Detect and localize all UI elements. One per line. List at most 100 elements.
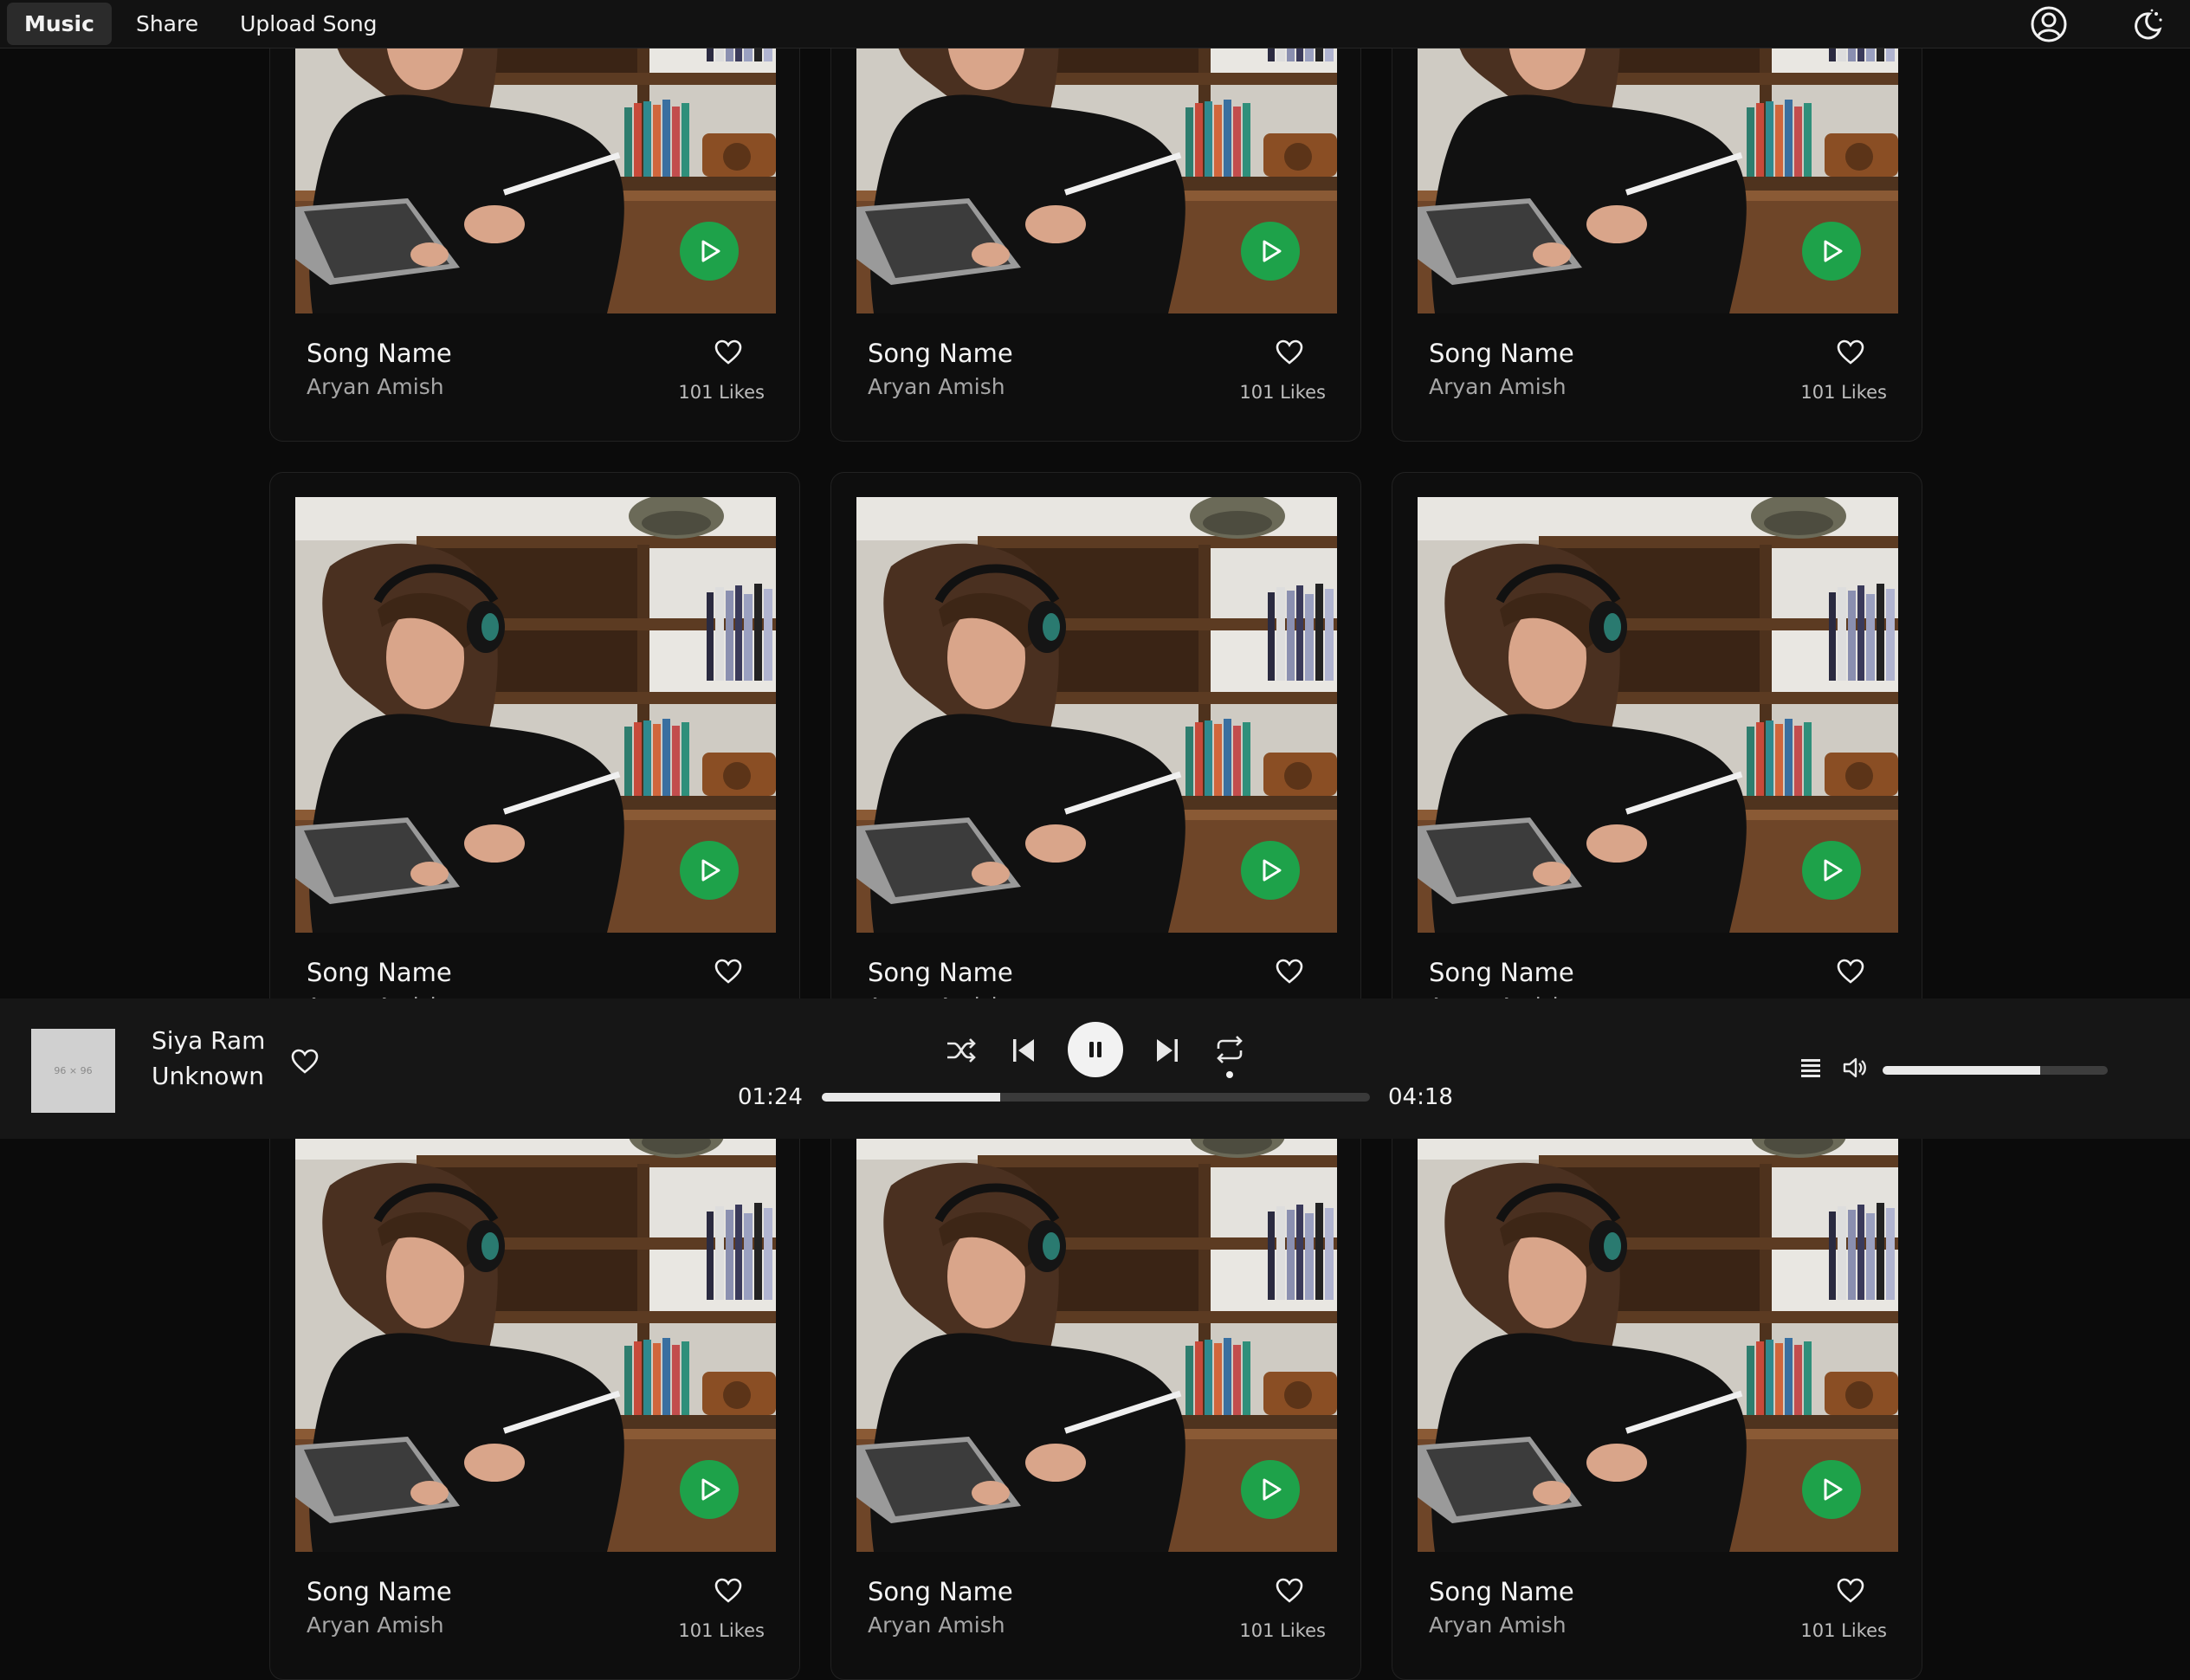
song-artist: Aryan Amish [868,374,1005,399]
play-button[interactable] [680,222,739,281]
song-card[interactable]: Song Name Aryan Amish 101 Likes [830,472,1361,1061]
song-name: Song Name [307,1577,452,1606]
play-button[interactable] [1241,1460,1300,1519]
likes-count: 101 Likes [1239,382,1326,403]
likes-count: 101 Likes [678,382,765,403]
play-button[interactable] [1802,841,1861,900]
now-playing-thumbnail: 96 × 96 [31,1029,115,1113]
like-button[interactable] [1272,335,1307,370]
song-name: Song Name [307,339,452,368]
song-card[interactable]: Song Name Aryan Amish 101 Likes [1392,472,1922,1061]
previous-button[interactable] [1006,1033,1041,1068]
song-name: Song Name [1429,958,1574,987]
song-name: Song Name [1429,1577,1574,1606]
play-icon [1263,240,1282,262]
song-name: Song Name [868,339,1013,368]
like-button[interactable] [1833,335,1868,370]
like-button[interactable] [711,1573,746,1608]
like-button[interactable] [1272,954,1307,989]
heart-icon [291,1049,319,1074]
heart-icon [1276,959,1303,984]
song-artist: Aryan Amish [1429,1612,1567,1638]
now-playing-artist: Unknown [152,1062,264,1090]
total-time: 04:18 [1388,1084,1453,1110]
song-name: Song Name [868,958,1013,987]
queue-list-icon [1801,1059,1820,1077]
heart-icon [1837,1578,1864,1603]
like-button[interactable] [1272,1573,1307,1608]
like-button[interactable] [1833,1573,1868,1608]
skip-previous-icon [1013,1039,1034,1062]
likes-count: 101 Likes [1239,1620,1326,1641]
song-artist: Aryan Amish [307,1612,444,1638]
song-name: Song Name [1429,339,1574,368]
song-card[interactable]: Song Name Aryan Amish 101 Likes [269,0,800,442]
now-playing-title: Siya Ram [152,1026,266,1055]
volume-slider[interactable] [1883,1066,2108,1075]
song-artist: Aryan Amish [868,1612,1005,1638]
nav-music[interactable]: Music [7,3,112,45]
play-icon [1263,1478,1282,1501]
progress-fill [822,1093,1000,1102]
play-button[interactable] [1241,222,1300,281]
likes-count: 101 Likes [1800,382,1887,403]
song-card[interactable]: Song Name Aryan Amish 101 Likes [269,472,800,1061]
next-button[interactable] [1150,1033,1185,1068]
user-circle-icon[interactable] [2029,4,2069,44]
play-icon [701,1478,720,1501]
shuffle-button[interactable] [944,1033,979,1068]
music-player-bar: 96 × 96 Siya Ram Unknown 01:24 04:18 [0,998,2190,1139]
play-button[interactable] [1802,1460,1861,1519]
repeat-active-indicator [1226,1071,1233,1078]
like-button[interactable] [711,954,746,989]
heart-icon [714,959,742,984]
play-icon [701,240,720,262]
shuffle-icon [947,1038,976,1063]
queue-button[interactable] [1795,1052,1826,1083]
top-navigation: Music Share Upload Song [0,0,2190,48]
song-card[interactable]: Song Name Aryan Amish 101 Likes [1392,0,1922,442]
repeat-icon [1217,1036,1243,1063]
song-card[interactable]: Song Name Aryan Amish 101 Likes [830,0,1361,442]
heart-icon [1276,1578,1303,1603]
current-time: 01:24 [738,1084,803,1110]
heart-icon [1276,339,1303,365]
song-card[interactable]: Song Name Aryan Amish 101 Likes [830,1091,1361,1680]
play-icon [1824,859,1843,882]
play-button[interactable] [680,1460,739,1519]
pause-button[interactable] [1068,1022,1123,1077]
nav-upload-song[interactable]: Upload Song [223,3,394,45]
play-icon [1824,240,1843,262]
play-button[interactable] [680,841,739,900]
play-button[interactable] [1802,222,1861,281]
nav-share[interactable]: Share [119,3,216,45]
play-button[interactable] [1241,841,1300,900]
heart-icon [1837,339,1864,365]
song-artist: Aryan Amish [307,374,444,399]
likes-count: 101 Likes [678,1620,765,1641]
pause-icon [1089,1042,1101,1057]
heart-icon [714,1578,742,1603]
song-grid: Song Name Aryan Amish 101 Likes Song Nam… [269,0,1923,1680]
likes-count: 101 Likes [1800,1620,1887,1641]
heart-icon [714,339,742,365]
play-icon [1824,1478,1843,1501]
volume-button[interactable] [1838,1050,1872,1085]
play-icon [701,859,720,882]
song-card[interactable]: Song Name Aryan Amish 101 Likes [269,1091,800,1680]
song-card[interactable]: Song Name Aryan Amish 101 Likes [1392,1091,1922,1680]
volume-icon [1843,1057,1866,1078]
like-button[interactable] [711,335,746,370]
song-artist: Aryan Amish [1429,374,1567,399]
play-icon [1263,859,1282,882]
heart-icon [1837,959,1864,984]
progress-bar[interactable] [822,1093,1370,1102]
like-button[interactable] [1833,954,1868,989]
moon-stars-icon[interactable] [2128,4,2167,44]
volume-fill [1883,1066,2040,1075]
skip-next-icon [1157,1039,1178,1062]
now-playing-like-button[interactable] [287,1044,322,1079]
song-name: Song Name [868,1577,1013,1606]
repeat-button[interactable] [1211,1031,1248,1068]
song-name: Song Name [307,958,452,987]
